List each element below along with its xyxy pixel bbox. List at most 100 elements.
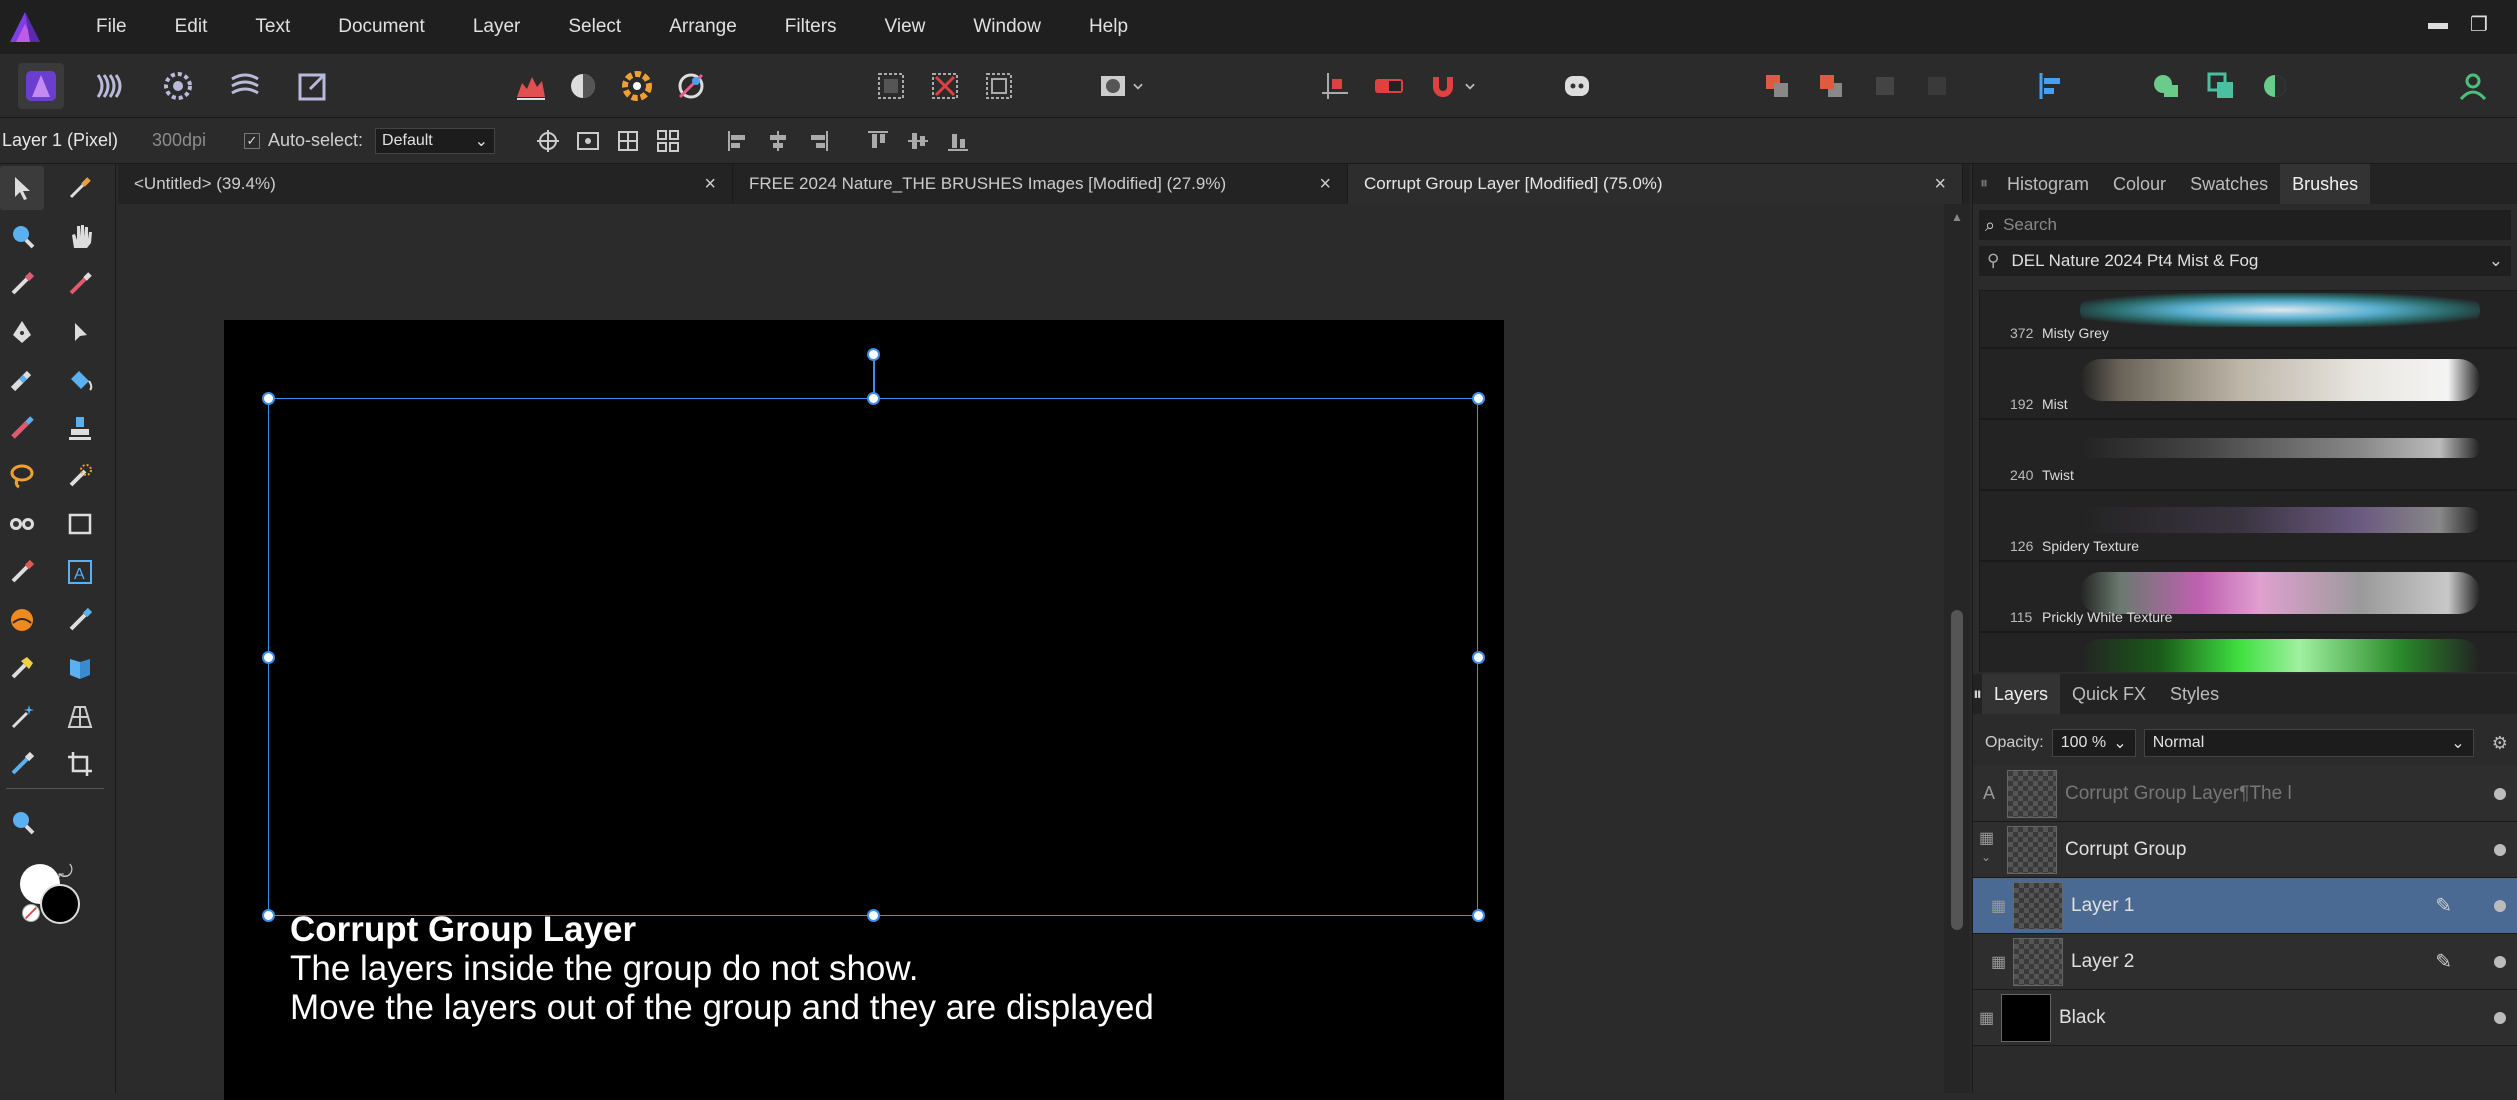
panel-grip-icon[interactable]: ⏸ [1973, 175, 1995, 193]
zoom-tool-icon[interactable] [0, 800, 44, 844]
resize-handle-left[interactable] [262, 651, 275, 664]
scrollbar-thumb[interactable] [1951, 610, 1963, 930]
restore-icon[interactable]: ❐ [2470, 12, 2488, 37]
layer-row[interactable]: ▦ Layer 2 ✎ [1973, 934, 2517, 990]
menu-layer[interactable]: Layer [449, 16, 545, 38]
boolean-intersect-icon[interactable] [2252, 63, 2298, 109]
develop-persona-icon[interactable] [155, 63, 201, 109]
inpainting-brush-tool-icon[interactable] [0, 742, 44, 786]
resize-handle-bottom-right[interactable] [1472, 909, 1485, 922]
tab-free-2024-nature[interactable]: FREE 2024 Nature_THE BRUSHES Images [Mod… [733, 164, 1348, 204]
photo-persona-icon[interactable] [18, 63, 64, 109]
tab-colour[interactable]: Colour [2101, 164, 2178, 204]
vertical-scrollbar[interactable]: ▲ [1944, 204, 1970, 1093]
mesh-tool-icon[interactable] [58, 694, 102, 738]
assistant-icon[interactable] [1554, 63, 1600, 109]
resize-handle-bottom-left[interactable] [262, 909, 275, 922]
affinity-photo-logo[interactable] [8, 10, 42, 44]
resize-handle-top[interactable] [867, 392, 880, 405]
align-middle-icon[interactable] [901, 124, 935, 158]
tab-swatches[interactable]: Swatches [2178, 164, 2280, 204]
healing-brush-tool-icon[interactable] [0, 358, 44, 402]
smudge-tool-icon[interactable] [0, 598, 44, 642]
tab-untitled[interactable]: <Untitled> (39.4%) × [118, 164, 733, 204]
boolean-add-icon[interactable] [2144, 63, 2190, 109]
mesh-warp-tool-icon[interactable] [58, 598, 102, 642]
select-all-icon[interactable] [868, 63, 914, 109]
swap-colors-icon[interactable]: ⤾ [58, 862, 73, 883]
layer-row[interactable]: A Corrupt Group Layer¶The l [1973, 766, 2517, 822]
brush-item[interactable] [1979, 632, 2517, 672]
arrange-front-icon[interactable] [1808, 63, 1854, 109]
node-tool-icon[interactable] [58, 310, 102, 354]
perspective-tool-icon[interactable] [58, 646, 102, 690]
menu-arrange[interactable]: Arrange [645, 16, 761, 38]
clone-brush-tool-icon[interactable] [58, 406, 102, 450]
crop-tool-icon[interactable] [58, 742, 102, 786]
hand-tool-icon[interactable] [58, 214, 102, 258]
selection-bounding-box[interactable] [268, 398, 1478, 916]
tab-brushes[interactable]: Brushes [2280, 164, 2371, 204]
menu-edit[interactable]: Edit [151, 16, 232, 38]
gradient-tool-icon[interactable] [0, 646, 44, 690]
auto-adjust-icon[interactable] [668, 63, 714, 109]
layer-row[interactable]: ▦ ⌄ Corrupt Group [1973, 822, 2517, 878]
resize-handle-right[interactable] [1472, 651, 1485, 664]
brush-search-input[interactable]: ⌕ Search [1979, 210, 2511, 240]
arrange-back-icon[interactable] [1754, 63, 1800, 109]
menu-select[interactable]: Select [544, 16, 645, 38]
white-balance-icon[interactable] [560, 63, 606, 109]
color-picker-tool-icon[interactable] [58, 166, 102, 210]
user-account-icon[interactable] [2450, 63, 2496, 109]
tab-styles[interactable]: Styles [2158, 674, 2231, 714]
red-eye-tool-icon[interactable] [0, 502, 44, 546]
transform-separately-icon[interactable] [651, 124, 685, 158]
tab-layers[interactable]: Layers [1982, 674, 2061, 714]
tone-mapping-persona-icon[interactable] [222, 63, 268, 109]
visibility-dot-icon[interactable] [2494, 787, 2506, 800]
snapping-dropdown-icon[interactable] [1460, 63, 1480, 109]
deselect-icon[interactable] [922, 63, 968, 109]
panel-grip-icon[interactable]: ⏸ [1973, 684, 1982, 705]
no-color-icon[interactable] [22, 904, 40, 922]
align-left-icon[interactable] [721, 124, 755, 158]
resize-handle-top-left[interactable] [262, 392, 275, 405]
levels-icon[interactable] [508, 63, 554, 109]
tab-histogram[interactable]: Histogram [1995, 164, 2101, 204]
boolean-subtract-icon[interactable] [2198, 63, 2244, 109]
close-icon[interactable]: × [1319, 173, 1331, 196]
scroll-up-icon[interactable]: ▲ [1951, 210, 1963, 224]
secondary-color-swatch[interactable] [40, 884, 80, 924]
artistic-text-tool-icon[interactable]: A [58, 550, 102, 594]
brush-item[interactable]: 240 Twist [1979, 419, 2517, 490]
layer-row[interactable]: ▦ Layer 1 ✎ [1973, 878, 2517, 934]
menu-document[interactable]: Document [314, 16, 449, 38]
rectangle-tool-icon[interactable] [58, 502, 102, 546]
auto-select-dropdown[interactable]: Default ⌄ [375, 127, 496, 154]
menu-text[interactable]: Text [231, 16, 314, 38]
freehand-selection-tool-icon[interactable] [0, 454, 44, 498]
export-persona-icon[interactable] [290, 63, 336, 109]
opacity-dropdown[interactable]: 100 % ⌄ [2051, 729, 2136, 757]
menu-help[interactable]: Help [1065, 16, 1152, 38]
tab-quick-fx[interactable]: Quick FX [2060, 674, 2158, 714]
menu-file[interactable]: File [72, 16, 151, 38]
blend-mode-dropdown[interactable]: Normal ⌄ [2143, 729, 2474, 757]
invert-selection-icon[interactable] [976, 63, 1022, 109]
auto-select-checkbox[interactable]: ✓ [244, 132, 260, 149]
menu-window[interactable]: Window [949, 16, 1065, 38]
align-top-icon[interactable] [861, 124, 895, 158]
brush-item[interactable]: 192 Mist [1979, 348, 2517, 419]
tab-corrupt-group-layer[interactable]: Corrupt Group Layer [Modified] (75.0%) × [1348, 164, 1963, 204]
transform-origin-icon[interactable] [531, 124, 565, 158]
chevron-down-icon[interactable]: ⌄ [1981, 850, 1991, 864]
gear-icon[interactable]: ⚙ [2492, 733, 2508, 754]
arrange-forward-icon[interactable] [1862, 63, 1908, 109]
resize-handle-top-right[interactable] [1472, 392, 1485, 405]
arrange-backward-icon[interactable] [1914, 63, 1960, 109]
magic-wand-tool-icon[interactable] [0, 694, 44, 738]
selection-brush-tool-icon[interactable] [58, 454, 102, 498]
hsl-icon[interactable] [614, 63, 660, 109]
view-tool-icon[interactable] [0, 214, 44, 258]
align-center-icon[interactable] [761, 124, 795, 158]
